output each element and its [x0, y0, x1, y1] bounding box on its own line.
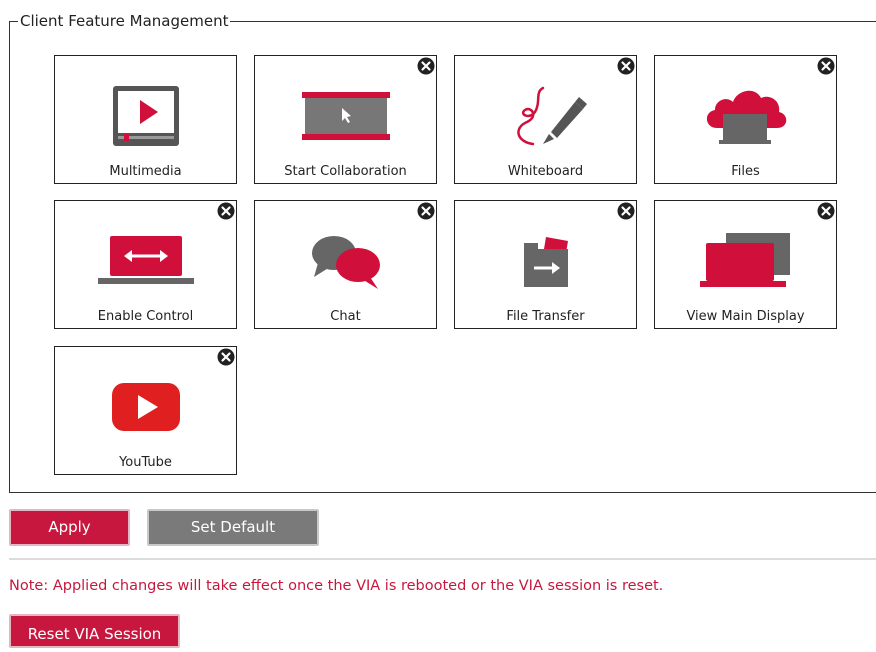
- tile-chat[interactable]: Chat: [254, 200, 437, 329]
- group-title: Client Feature Management: [18, 11, 231, 31]
- tile-label: Start Collaboration: [284, 164, 407, 179]
- tile-label: File Transfer: [506, 309, 585, 324]
- tile-start-collaboration[interactable]: Start Collaboration: [254, 55, 437, 184]
- close-icon[interactable]: [617, 202, 635, 220]
- tile-label: Multimedia: [109, 164, 182, 179]
- tile-enable-control[interactable]: Enable Control: [54, 200, 237, 329]
- close-icon[interactable]: [417, 202, 435, 220]
- youtube-icon: [55, 373, 236, 441]
- collaboration-icon: [255, 82, 436, 150]
- reboot-note: Note: Applied changes will take effect o…: [9, 578, 664, 594]
- cloud-files-icon: [655, 82, 836, 150]
- multimedia-icon: [55, 82, 236, 150]
- tile-whiteboard[interactable]: Whiteboard: [454, 55, 637, 184]
- tile-label: YouTube: [119, 455, 172, 470]
- close-icon[interactable]: [617, 57, 635, 75]
- tile-label: Whiteboard: [507, 164, 584, 179]
- apply-button[interactable]: Apply: [9, 509, 130, 546]
- tile-files[interactable]: Files: [654, 55, 837, 184]
- whiteboard-pen-icon: [455, 82, 636, 150]
- tile-label: Files: [731, 164, 760, 179]
- tile-view-main-display[interactable]: View Main Display: [654, 200, 837, 329]
- close-icon[interactable]: [217, 202, 235, 220]
- close-icon[interactable]: [817, 57, 835, 75]
- file-transfer-icon: [455, 227, 636, 295]
- tile-multimedia[interactable]: Multimedia: [54, 55, 237, 184]
- set-default-button[interactable]: Set Default: [147, 509, 319, 546]
- reset-session-button[interactable]: Reset VIA Session: [9, 614, 180, 648]
- main-display-icon: [655, 227, 836, 295]
- tile-label: Enable Control: [97, 309, 194, 324]
- tile-youtube[interactable]: YouTube: [54, 346, 237, 475]
- tile-label: Chat: [330, 309, 361, 324]
- enable-control-icon: [55, 227, 236, 295]
- tile-label: View Main Display: [686, 309, 805, 324]
- close-icon[interactable]: [217, 348, 235, 366]
- divider: [9, 558, 876, 560]
- close-icon[interactable]: [817, 202, 835, 220]
- close-icon[interactable]: [417, 57, 435, 75]
- tile-file-transfer[interactable]: File Transfer: [454, 200, 637, 329]
- chat-bubbles-icon: [255, 227, 436, 295]
